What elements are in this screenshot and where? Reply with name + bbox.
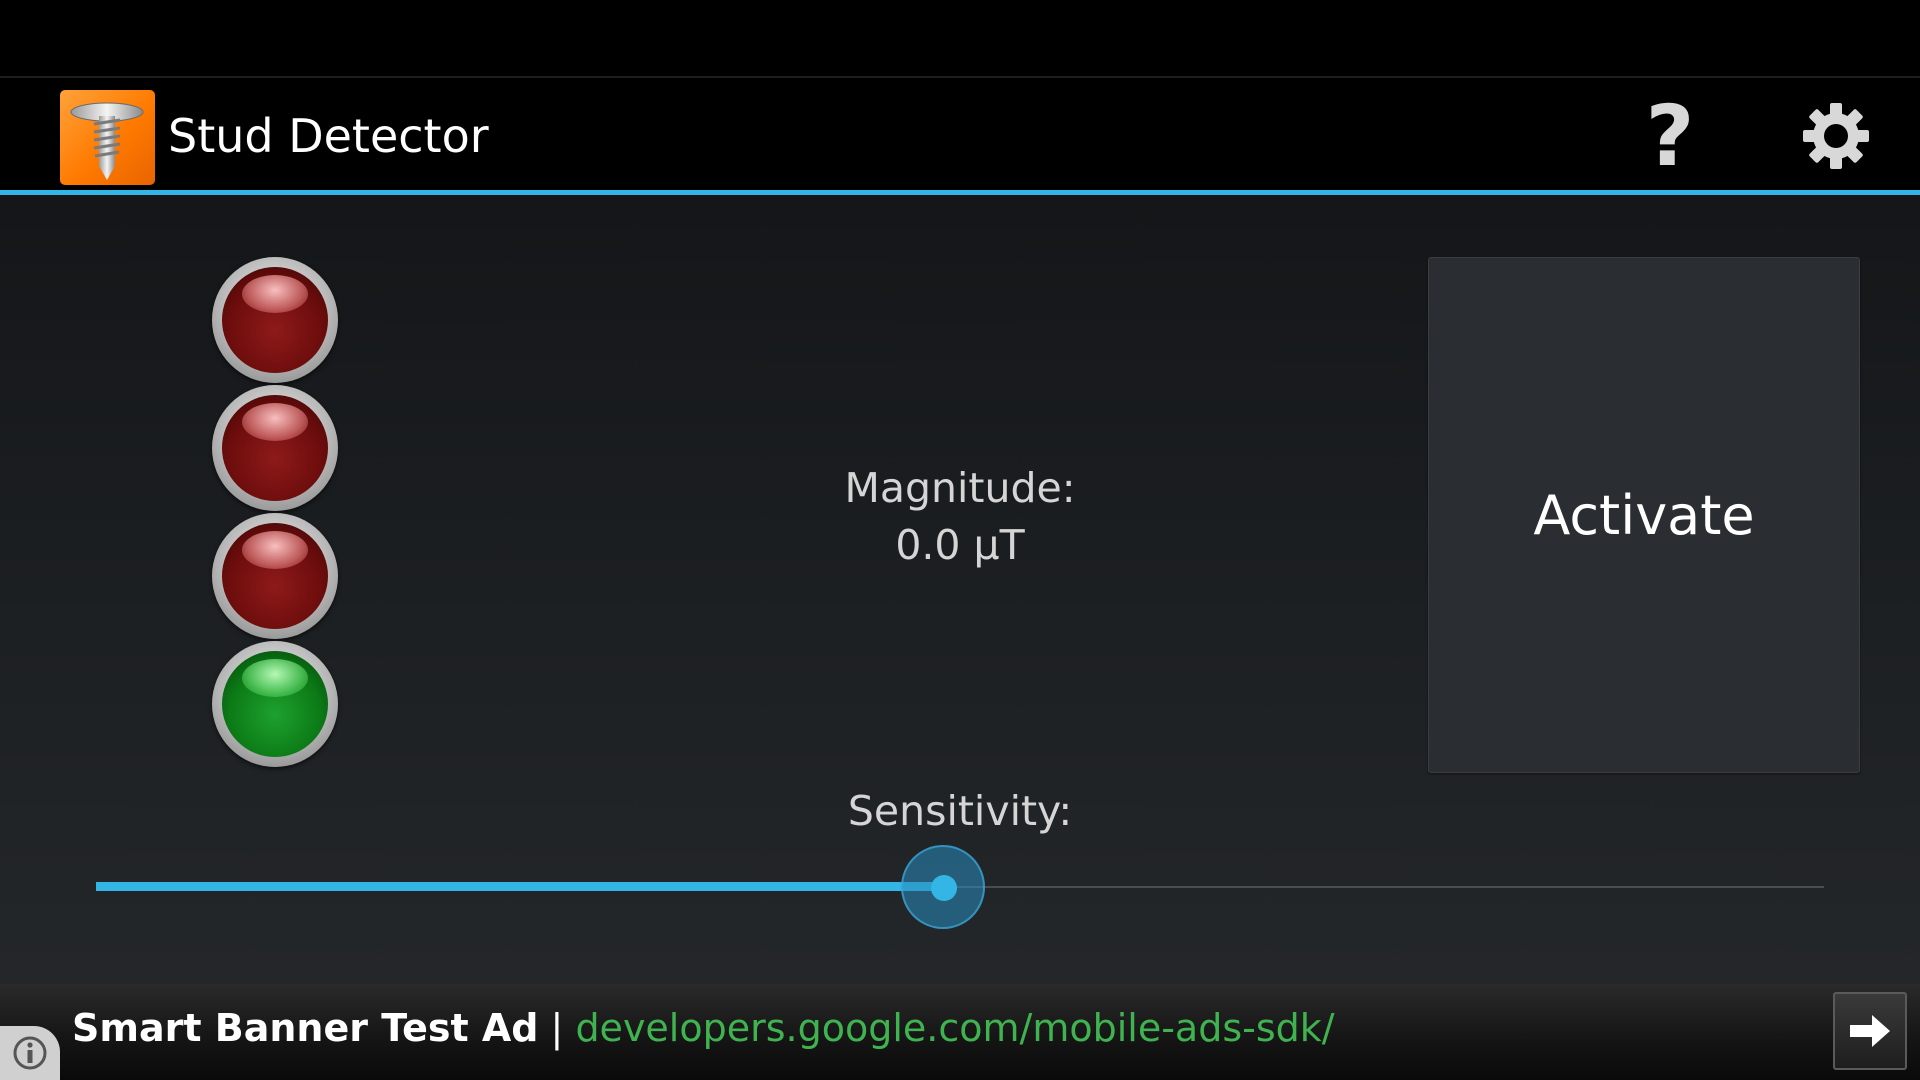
sensitivity-slider-fill <box>96 882 943 891</box>
activate-button[interactable]: Activate <box>1428 257 1860 773</box>
settings-button[interactable] <box>1786 86 1886 186</box>
info-icon <box>13 1036 47 1070</box>
help-icon: ? <box>1645 87 1695 185</box>
activate-label: Activate <box>1533 483 1755 547</box>
magnitude-value: 0.0 μT <box>895 521 1025 569</box>
ad-url-link[interactable]: developers.google.com/mobile-ads-sdk/ <box>575 1006 1334 1050</box>
magnitude-label: Magnitude: <box>844 464 1076 512</box>
led-indicator-1 <box>212 257 338 383</box>
ad-title: Smart Banner Test Ad <box>72 1006 539 1050</box>
led-indicator-4 <box>212 641 338 767</box>
sensitivity-label: Sensitivity: <box>847 787 1073 835</box>
ad-text[interactable]: Smart Banner Test Ad | developers.google… <box>72 1002 1335 1054</box>
help-button[interactable]: ? <box>1620 86 1720 186</box>
ad-separator: | <box>538 1006 576 1050</box>
app-logo-icon <box>60 90 155 185</box>
ad-info-icon[interactable] <box>0 1026 60 1080</box>
arrow-right-icon <box>1850 1015 1890 1047</box>
led-indicator-3 <box>212 513 338 639</box>
sensitivity-slider-thumb[interactable] <box>900 845 985 929</box>
ad-banner[interactable]: Smart Banner Test Ad | developers.google… <box>0 984 1920 1080</box>
ad-open-button[interactable] <box>1833 992 1907 1070</box>
status-bar <box>0 0 1920 76</box>
app-window: Stud Detector ? Magnitude: 0.0 μT Activa… <box>0 0 1920 1080</box>
app-title: Stud Detector <box>168 109 489 163</box>
led-indicator-2 <box>212 385 338 511</box>
main-content: Magnitude: 0.0 μT Activate Sensitivity: <box>0 195 1920 984</box>
action-bar: Stud Detector ? <box>0 76 1920 192</box>
gear-icon <box>1803 103 1869 169</box>
screw-icon <box>70 102 144 180</box>
